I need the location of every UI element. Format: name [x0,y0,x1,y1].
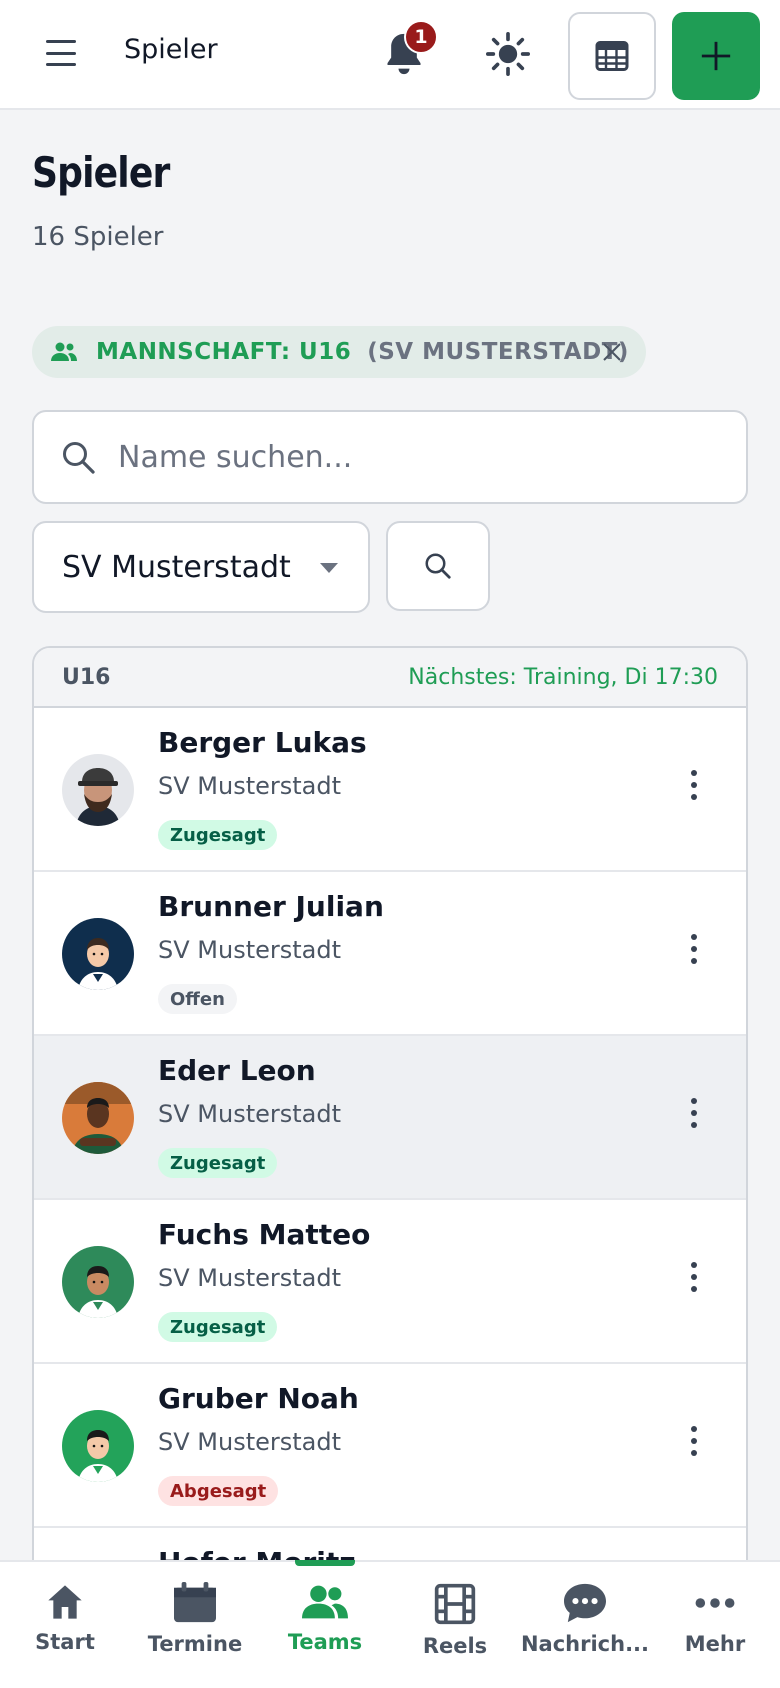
team-name: U16 [62,664,111,690]
close-icon[interactable] [600,340,624,364]
team-card: U16 Nächstes: Training, Di 17:30 Berger … [32,646,748,1688]
nav-label: Termine [147,1632,243,1656]
calendar-icon [174,1582,216,1623]
chevron-down-icon [320,563,338,573]
plus-icon [701,41,731,71]
avatar [62,1082,134,1154]
chip-label: MANNSCHAFT: U16 [96,339,352,365]
player-row[interactable]: Gruber Noah SV Musterstadt Abgesagt [34,1364,746,1528]
users-icon [302,1585,348,1619]
film-icon [434,1583,476,1625]
more-options-icon[interactable] [690,1426,698,1456]
nav-reels[interactable]: Reels [390,1562,520,1688]
nav-label: Nachrich... [520,1632,650,1656]
nav-teams[interactable]: Teams [260,1560,390,1688]
player-name: Fuchs Matteo [158,1218,371,1251]
nav-label: Reels [422,1634,488,1658]
nav-nachrichten[interactable]: Nachrich... [520,1562,650,1688]
avatar [62,1246,134,1318]
nav-termine[interactable]: Termine [130,1562,260,1688]
player-club: SV Musterstadt [158,1428,342,1456]
next-event: Nächstes: Training, Di 17:30 [408,664,718,690]
more-icon [695,1598,735,1608]
notification-badge: 1 [404,20,438,54]
player-name: Berger Lukas [158,726,367,759]
avatar [62,918,134,990]
avatar [62,754,134,826]
player-count: 16 Spieler [32,222,164,252]
player-club: SV Musterstadt [158,936,342,964]
menu-icon[interactable] [46,40,76,66]
search-input[interactable] [118,439,678,475]
team-header: U16 Nächstes: Training, Di 17:30 [34,648,746,708]
more-options-icon[interactable] [690,1262,698,1292]
player-row[interactable]: Eder Leon SV Musterstadt Zugesagt [34,1036,746,1200]
status-badge: Offen [158,984,237,1014]
table-grid-icon [595,41,629,71]
more-options-icon[interactable] [690,934,698,964]
club-select-value: SV Musterstadt [62,549,291,585]
more-options-icon[interactable] [690,770,698,800]
table-view-button[interactable] [568,12,656,100]
status-badge: Zugesagt [158,820,278,850]
club-select[interactable]: SV Musterstadt [32,521,370,613]
nav-label: Teams [287,1630,363,1654]
nav-label: Start [35,1630,95,1654]
chat-icon [564,1583,606,1623]
add-player-button[interactable] [672,12,760,100]
nav-label: Mehr [684,1632,746,1656]
player-row[interactable]: Berger Lukas SV Musterstadt Zugesagt [34,708,746,872]
player-name: Gruber Noah [158,1382,359,1415]
bottom-navigation: Start Termine Teams Reels Nachrich... Me… [0,1560,780,1688]
search-icon [425,553,451,579]
active-indicator [295,1560,355,1566]
top-app-bar: Spieler 1 [0,0,780,110]
sun-icon[interactable] [486,32,530,76]
player-row[interactable]: Brunner Julian SV Musterstadt Offen [34,872,746,1036]
team-filter-chip[interactable]: MANNSCHAFT: U16 (SV MUSTERSTADT) [32,326,646,378]
player-club: SV Musterstadt [158,1264,342,1292]
page-title: Spieler [32,148,170,197]
app-bar-title: Spieler [124,34,218,65]
users-icon [51,342,77,361]
nav-mehr[interactable]: Mehr [650,1562,780,1688]
name-search-field[interactable] [32,410,748,504]
search-icon [63,442,95,474]
player-club: SV Musterstadt [158,772,342,800]
status-badge: Zugesagt [158,1148,278,1178]
home-icon [48,1585,82,1619]
avatar [62,1410,134,1482]
more-options-icon[interactable] [690,1098,698,1128]
nav-start[interactable]: Start [0,1562,130,1688]
player-club: SV Musterstadt [158,1100,342,1128]
player-name: Eder Leon [158,1054,316,1087]
status-badge: Abgesagt [158,1476,279,1506]
search-button[interactable] [386,521,490,611]
player-row[interactable]: Fuchs Matteo SV Musterstadt Zugesagt [34,1200,746,1364]
status-badge: Zugesagt [158,1312,278,1342]
player-name: Brunner Julian [158,890,384,923]
chip-club: (SV MUSTERSTADT) [367,339,629,365]
